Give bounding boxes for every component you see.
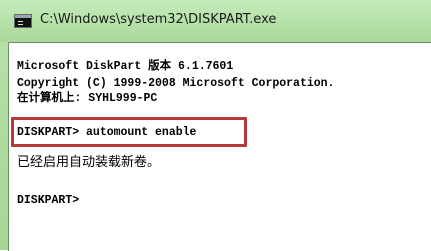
console-prompt[interactable]: DISKPART> — [17, 194, 79, 208]
console-line-copyright: Copyright (C) 1999-2008 Microsoft Corpor… — [17, 77, 335, 90]
console-line-version: Microsoft DiskPart 版本 6.1.7601 — [17, 60, 234, 73]
title-bar[interactable]: C:\Windows\system32\DISKPART.exe — [0, 0, 431, 42]
window-title: C:\Windows\system32\DISKPART.exe — [40, 12, 277, 27]
console-line-computer: 在计算机上: SYHL999-PC — [17, 92, 158, 105]
console-line-result: 已经启用自动装载新卷。 — [17, 155, 161, 170]
cmd-icon — [14, 14, 32, 28]
console-window: C:\Windows\system32\DISKPART.exe Microso… — [0, 0, 431, 251]
console-line-command: DISKPART> automount enable — [17, 126, 197, 139]
console-output[interactable]: Microsoft DiskPart 版本 6.1.7601 Copyright… — [8, 42, 431, 251]
